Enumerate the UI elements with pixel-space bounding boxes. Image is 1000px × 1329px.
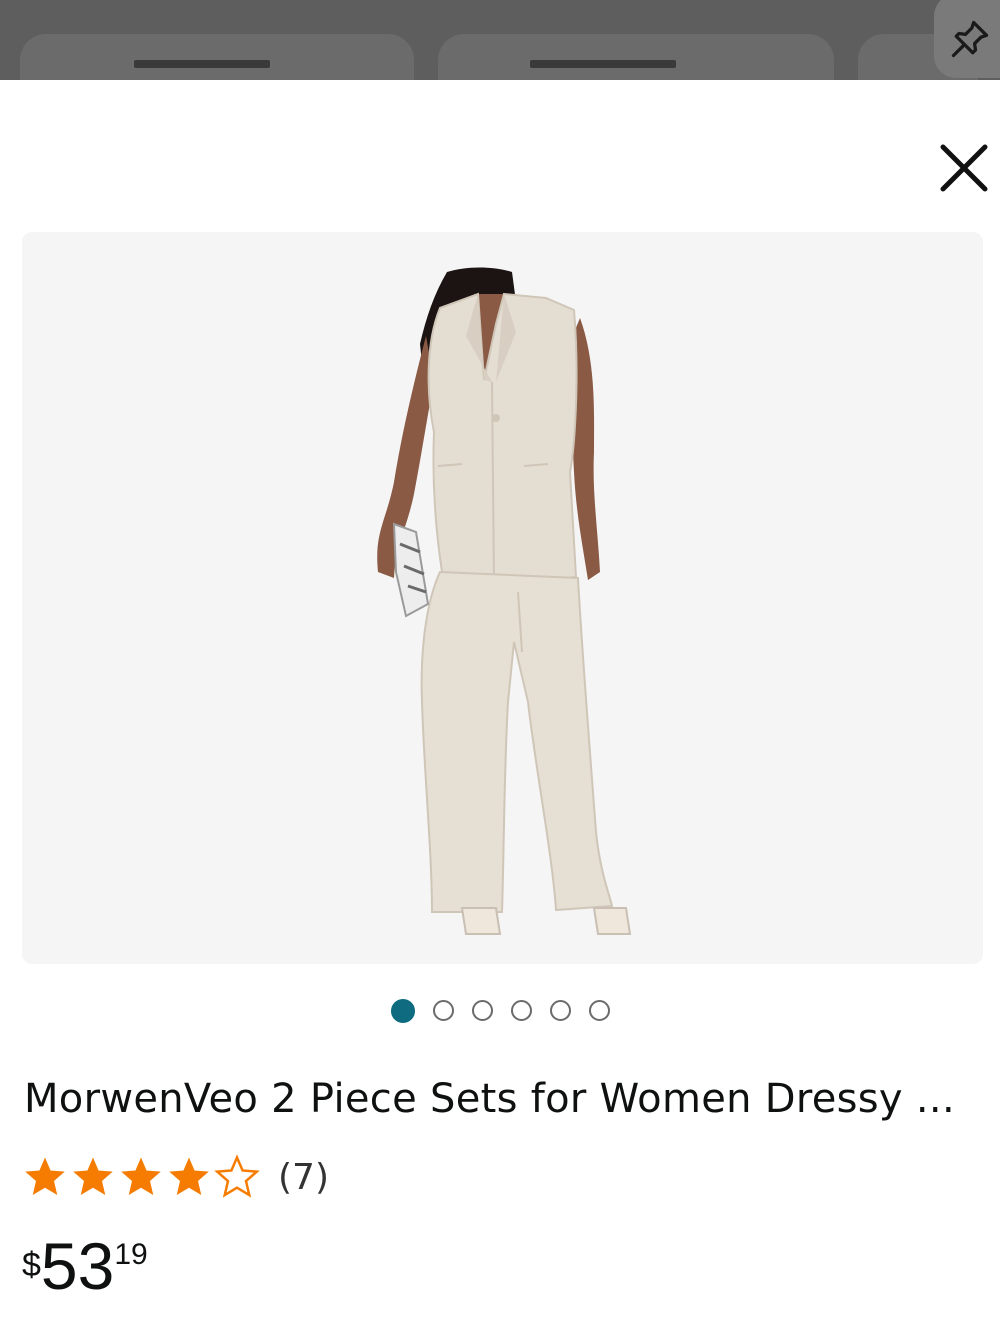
price-fraction: 19: [114, 1238, 148, 1271]
price-whole: 53: [40, 1229, 115, 1303]
rating-row[interactable]: (7): [22, 1154, 329, 1200]
product-title[interactable]: MorwenVeo 2 Piece Sets for Women Dressy …: [24, 1076, 984, 1122]
price-symbol: $: [22, 1246, 41, 1284]
close-icon: [940, 144, 988, 192]
carousel-dot[interactable]: [471, 1000, 493, 1021]
product-quick-view-sheet: MorwenVeo 2 Piece Sets for Women Dressy …: [0, 80, 1000, 1329]
background-overlay: [0, 0, 1000, 80]
carousel-dot[interactable]: [432, 1000, 454, 1021]
star-icon: [25, 1157, 65, 1196]
background-product-card: [20, 34, 414, 80]
product-image[interactable]: [22, 232, 983, 964]
carousel-dots: [0, 999, 1000, 1026]
pin-icon: [951, 20, 989, 58]
star-icon: [214, 1154, 260, 1198]
carousel-dot[interactable]: [588, 1000, 610, 1021]
rating-count[interactable]: (7): [278, 1157, 329, 1198]
product-photo: [377, 267, 632, 935]
carousel-dot[interactable]: [390, 999, 415, 1023]
star-icon: [73, 1157, 113, 1196]
price: $5319: [22, 1228, 148, 1304]
carousel-dot[interactable]: [510, 1000, 532, 1021]
star-icon: [169, 1157, 209, 1196]
star-rating: [22, 1154, 260, 1200]
carousel-dot[interactable]: [549, 1000, 571, 1021]
close-button[interactable]: [930, 134, 998, 202]
pin-button[interactable]: [934, 0, 1000, 78]
background-product-card: [438, 34, 834, 80]
star-icon: [121, 1157, 161, 1196]
